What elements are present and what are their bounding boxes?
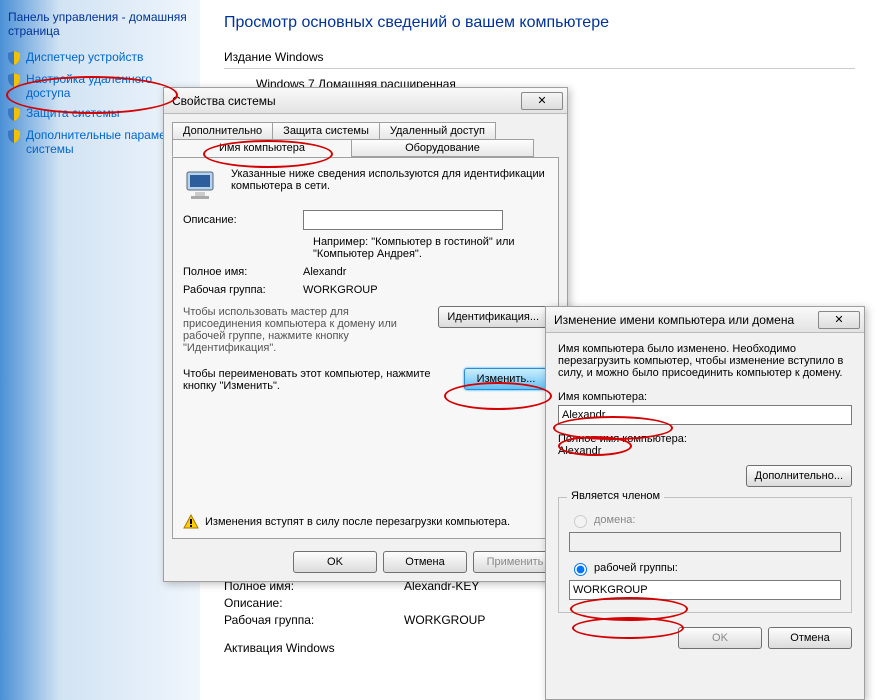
- close-button[interactable]: ✕: [521, 92, 563, 110]
- close-icon: ✕: [834, 313, 843, 326]
- tab-computer-name[interactable]: Имя компьютера: [172, 139, 352, 157]
- sidebar-title: Панель управления - домашняя страница: [8, 10, 194, 38]
- description-input[interactable]: [303, 210, 503, 230]
- ok-button[interactable]: OK: [678, 627, 762, 649]
- domain-input: [569, 532, 841, 552]
- member-of-group: Является членом домена: рабочей группы:: [558, 497, 852, 613]
- lbl-desc: Описание:: [224, 596, 404, 610]
- page-title: Просмотр основных сведений о вашем компь…: [224, 14, 855, 32]
- shield-icon: [6, 106, 22, 122]
- sidebar-item-device-manager[interactable]: Диспетчер устройств: [6, 50, 194, 66]
- fullname-label: Полное имя компьютера:: [558, 433, 852, 445]
- sidebar-link[interactable]: Защита системы: [26, 106, 119, 120]
- member-of-title: Является членом: [567, 490, 664, 502]
- sidebar-link[interactable]: Диспетчер устройств: [26, 50, 143, 64]
- rename-computer-dialog: Изменение имени компьютера или домена ✕ …: [545, 306, 865, 700]
- shield-icon: [6, 50, 22, 66]
- ok-button[interactable]: OK: [293, 551, 377, 573]
- section-edition: Издание Windows: [224, 50, 855, 64]
- dialog-titlebar[interactable]: Изменение имени компьютера или домена ✕: [546, 307, 864, 333]
- desc-label: Описание:: [183, 214, 303, 226]
- computer-name-label: Имя компьютера:: [558, 391, 852, 403]
- fullname-label: Полное имя:: [183, 266, 303, 278]
- wizard-text: Чтобы использовать мастер для присоедине…: [183, 306, 430, 354]
- domain-radio[interactable]: [574, 515, 587, 528]
- dialog-title: Изменение имени компьютера или домена: [554, 313, 794, 327]
- system-properties-dialog: Свойства системы ✕ Дополнительно Защита …: [163, 87, 568, 582]
- shield-icon: [6, 72, 22, 88]
- identification-desc: Указанные ниже сведения используются для…: [183, 168, 548, 192]
- restart-warning: Изменения вступят в силу после перезагру…: [183, 514, 510, 530]
- workgroup-radio[interactable]: [574, 563, 587, 576]
- computer-name-input[interactable]: [558, 405, 852, 425]
- dialog-titlebar[interactable]: Свойства системы ✕: [164, 88, 567, 114]
- dialog-title: Свойства системы: [172, 94, 276, 108]
- tab-body: Указанные ниже сведения используются для…: [172, 157, 559, 539]
- fullname-val: Alexandr: [303, 266, 346, 278]
- warning-text: Изменения вступят в силу после перезагру…: [205, 516, 510, 528]
- domain-label: домена:: [594, 514, 635, 526]
- warning-icon: [183, 514, 199, 530]
- fullname-val: Alexandr: [558, 445, 852, 457]
- more-button[interactable]: Дополнительно...: [746, 465, 852, 487]
- close-icon: ✕: [537, 94, 546, 107]
- shield-icon: [6, 128, 22, 144]
- rename-desc: Имя компьютера было изменено. Необходимо…: [558, 343, 852, 379]
- workgroup-val: WORKGROUP: [303, 284, 378, 296]
- tab-protection[interactable]: Защита системы: [272, 122, 380, 140]
- desc-hint: Например: "Компьютер в гостиной" или "Ко…: [313, 236, 548, 260]
- identification-button[interactable]: Идентификация...: [438, 306, 548, 328]
- tab-remote[interactable]: Удаленный доступ: [379, 122, 496, 140]
- tab-hardware[interactable]: Оборудование: [351, 139, 534, 157]
- cancel-button[interactable]: Отмена: [383, 551, 467, 573]
- workgroup-input[interactable]: [569, 580, 841, 600]
- rename-text: Чтобы переименовать этот компьютер, нажм…: [183, 368, 456, 392]
- workgroup-label: Рабочая группа:: [183, 284, 303, 296]
- lbl-workgroup: Рабочая группа:: [224, 613, 404, 627]
- val-workgroup: WORKGROUP: [404, 613, 485, 627]
- tab-advanced[interactable]: Дополнительно: [172, 122, 273, 140]
- change-button[interactable]: Изменить...: [464, 368, 548, 390]
- computer-icon: [183, 168, 223, 204]
- close-button[interactable]: ✕: [818, 311, 860, 329]
- workgroup-label: рабочей группы:: [594, 562, 678, 574]
- cancel-button[interactable]: Отмена: [768, 627, 852, 649]
